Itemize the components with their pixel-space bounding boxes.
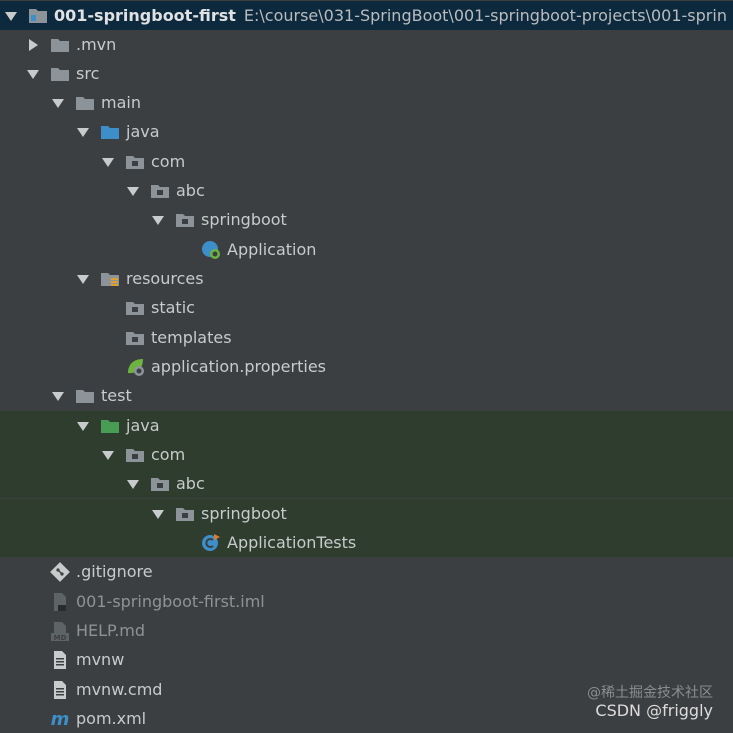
tree-item-label: test xyxy=(101,386,132,405)
tree-row-test-com[interactable]: com xyxy=(0,440,733,469)
package-icon xyxy=(125,445,145,465)
markdown-file-icon: MD xyxy=(50,621,70,641)
collapse-arrow-icon[interactable] xyxy=(151,507,165,521)
tree-item-label: main xyxy=(101,93,141,112)
tree-item-label: templates xyxy=(151,328,232,347)
tree-row-templates[interactable]: templates xyxy=(0,323,733,352)
tree-item-label: abc xyxy=(176,181,205,200)
tree-row-project-root[interactable]: 001-springboot-first E:\course\031-Sprin… xyxy=(0,1,733,30)
tree-row-application[interactable]: Application xyxy=(0,235,733,264)
tree-row-application-properties[interactable]: application.properties xyxy=(0,352,733,381)
tree-item-label: pom.xml xyxy=(76,709,147,728)
tree-row-main-abc[interactable]: abc xyxy=(0,176,733,205)
tree-item-label: application.properties xyxy=(151,357,326,376)
folder-icon xyxy=(50,35,70,55)
collapse-arrow-icon[interactable] xyxy=(101,448,115,462)
tree-item-label: Application xyxy=(227,240,317,259)
tree-row-help-md[interactable]: MD HELP.md xyxy=(0,616,733,645)
tree-item-label: java xyxy=(126,416,160,435)
tree-row-mvnw[interactable]: mvnw xyxy=(0,645,733,674)
source-folder-icon xyxy=(100,122,120,142)
collapse-arrow-icon[interactable] xyxy=(126,184,140,198)
tree-row-iml[interactable]: 001-springboot-first.iml xyxy=(0,587,733,616)
tree-item-label: static xyxy=(151,298,195,317)
tree-row-test[interactable]: test xyxy=(0,381,733,410)
tree-item-label: .gitignore xyxy=(76,562,153,581)
tree-item-label: com xyxy=(151,152,186,171)
tree-item-label: springboot xyxy=(201,210,287,229)
tree-item-label: resources xyxy=(126,269,204,288)
tree-row-application-tests[interactable]: ApplicationTests xyxy=(0,528,733,557)
folder-icon xyxy=(75,93,95,113)
git-icon xyxy=(50,561,70,582)
resources-folder-icon xyxy=(100,269,120,289)
iml-file-icon xyxy=(50,592,70,612)
tree-item-label: .mvn xyxy=(76,35,117,54)
tree-row-main[interactable]: main xyxy=(0,88,733,117)
tree-item-label: abc xyxy=(176,474,205,493)
tree-row-src[interactable]: src xyxy=(0,59,733,88)
package-icon xyxy=(125,298,145,318)
project-path: E:\course\031-SpringBoot\001-springboot-… xyxy=(243,6,727,25)
tree-row-test-springboot[interactable]: springboot xyxy=(0,499,733,528)
tree-item-label: 001-springboot-first.iml xyxy=(76,592,265,611)
collapse-arrow-icon[interactable] xyxy=(101,155,115,169)
tree-row-main-java[interactable]: java xyxy=(0,117,733,146)
watermark-csdn: CSDN @friggly xyxy=(595,701,713,720)
package-icon xyxy=(175,504,195,524)
spring-properties-icon xyxy=(125,357,145,377)
collapse-arrow-icon[interactable] xyxy=(76,125,90,139)
package-icon xyxy=(125,152,145,172)
package-icon xyxy=(150,474,170,494)
tree-row-test-abc[interactable]: abc xyxy=(0,469,733,498)
tree-row-main-springboot[interactable]: springboot xyxy=(0,205,733,234)
collapse-arrow-icon[interactable] xyxy=(51,389,65,403)
tree-row-mvn[interactable]: .mvn xyxy=(0,30,733,59)
test-class-icon xyxy=(201,533,221,553)
markdown-badge-text: MD xyxy=(54,634,67,641)
tree-row-static[interactable]: static xyxy=(0,293,733,322)
collapse-arrow-icon[interactable] xyxy=(76,272,90,286)
watermark: @稀土掘金技术社区 CSDN @friggly xyxy=(587,685,713,721)
tree-row-gitignore[interactable]: .gitignore xyxy=(0,557,733,586)
folder-icon xyxy=(50,64,70,84)
tree-row-resources[interactable]: resources xyxy=(0,264,733,293)
collapse-arrow-icon[interactable] xyxy=(51,96,65,110)
expand-arrow-icon[interactable] xyxy=(26,38,40,52)
collapse-arrow-icon[interactable] xyxy=(4,9,18,23)
tree-item-label: mvnw.cmd xyxy=(76,680,163,699)
tree-item-label: ApplicationTests xyxy=(227,533,357,552)
tree-item-label: springboot xyxy=(201,504,287,523)
collapse-arrow-icon[interactable] xyxy=(26,67,40,81)
collapse-arrow-icon[interactable] xyxy=(76,419,90,433)
collapse-arrow-icon[interactable] xyxy=(126,477,140,491)
text-file-icon xyxy=(50,680,70,700)
tree-item-label: java xyxy=(126,122,160,141)
module-icon xyxy=(28,6,48,26)
package-icon xyxy=(150,181,170,201)
tree-row-main-com[interactable]: com xyxy=(0,147,733,176)
tree-item-label: mvnw xyxy=(76,650,125,669)
package-icon xyxy=(125,328,145,348)
tree-item-label: src xyxy=(76,64,100,83)
tree-item-label: HELP.md xyxy=(76,621,146,640)
watermark-juejin: @稀土掘金技术社区 xyxy=(587,685,713,701)
spring-boot-class-icon xyxy=(201,240,221,260)
text-file-icon xyxy=(50,650,70,670)
project-tree: 001-springboot-first E:\course\031-Sprin… xyxy=(0,0,733,731)
maven-icon-letter: m xyxy=(51,709,70,729)
collapse-arrow-icon[interactable] xyxy=(151,213,165,227)
tree-item-label: com xyxy=(151,445,186,464)
package-icon xyxy=(175,210,195,230)
maven-icon: m xyxy=(50,709,70,729)
project-name: 001-springboot-first xyxy=(54,6,236,25)
folder-icon xyxy=(75,386,95,406)
test-folder-icon xyxy=(100,416,120,436)
tree-row-test-java[interactable]: java xyxy=(0,411,733,440)
